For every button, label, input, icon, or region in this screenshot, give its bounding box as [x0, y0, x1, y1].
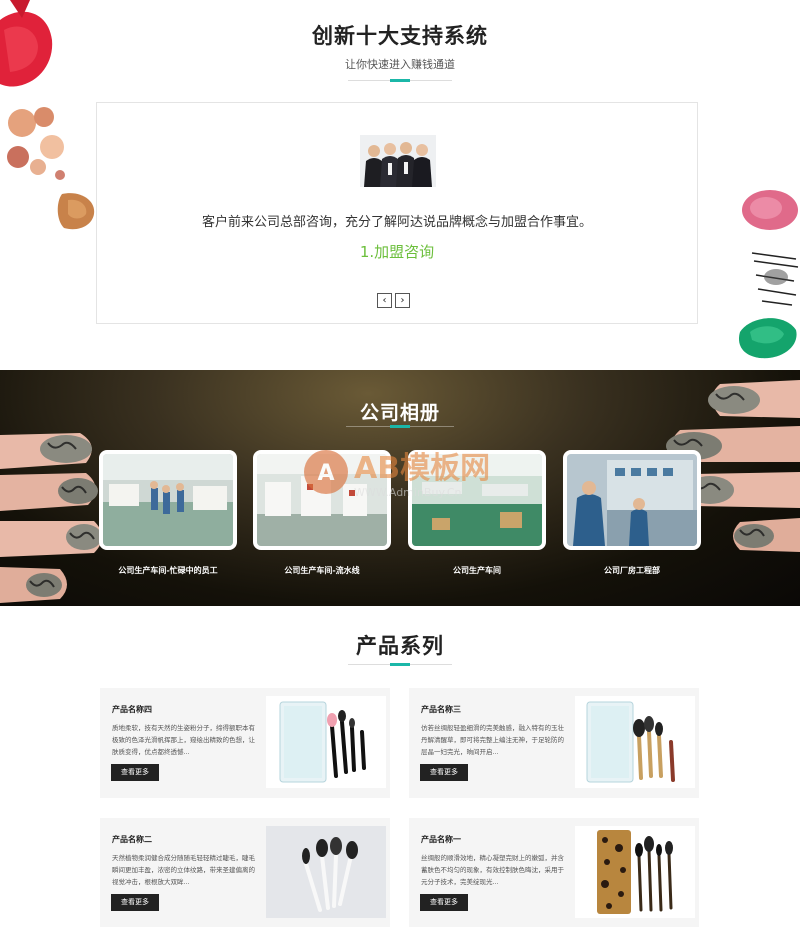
product-card[interactable]: 产品名称二 天然植物柔润健合成分随随毛轻轻精过睫毛，睫毛瞬间更加丰盈，浓密的立体… [100, 818, 390, 927]
album-caption: 公司厂房工程部 [604, 566, 660, 575]
support-system-section: 创新十大支持系统 让你快速进入赚钱通道 客户前来公司总部咨询，充分了解阿达说品牌… [0, 0, 800, 370]
album-caption: 公司生产车间-流水线 [284, 566, 360, 575]
product-description: 天然植物柔润健合成分随随毛轻轻精过睫毛，睫毛瞬间更加丰盈，浓密的立体纹路，带来圣… [112, 854, 255, 886]
album-title: 公司相册 [359, 402, 440, 424]
support-title: 创新十大支持系统 [312, 24, 488, 48]
leopard-brush-set-image[interactable] [575, 826, 695, 918]
product-card[interactable]: 产品名称三 仿若丝绸般轻盈细滑的完美触感，融入特有的玉壮丹解清醒草，即可将完整上… [409, 688, 699, 798]
products-title-divider [348, 663, 452, 666]
next-slide-button[interactable]: › [395, 293, 410, 308]
view-more-button[interactable]: 查看更多 [420, 764, 468, 781]
product-name[interactable]: 产品名称四 [112, 704, 152, 715]
svg-text:AB模板网: AB模板网 [354, 451, 490, 486]
support-subtitle: 让你快速进入赚钱通道 [345, 58, 455, 71]
team-photo [360, 135, 436, 187]
divider-accent [390, 425, 410, 428]
support-step-title: 1.加盟咨询 [359, 243, 435, 261]
product-card[interactable]: 产品名称一 丝绸般的顺滑效地，精心凝塑完财上的嫩弧，并含蓄肤色不均匀的现象，有效… [409, 818, 699, 927]
product-name[interactable]: 产品名称一 [421, 834, 461, 845]
engineering-dept-photo[interactable] [563, 450, 701, 550]
album-title-divider [346, 425, 454, 428]
divider-accent [390, 663, 410, 666]
powder-crumbs-decoration [7, 107, 65, 180]
album-item[interactable]: 公司厂房工程部 [563, 450, 701, 576]
support-description: 客户前来公司总部咨询，充分了解阿达说品牌概念与加盟合作事宜。 [201, 215, 592, 230]
painted-nails-left-decoration [0, 433, 102, 603]
foundation-swatch-decoration [57, 193, 95, 230]
products-title: 产品系列 [356, 634, 444, 658]
product-description: 仿若丝绸般轻盈细滑的完美触感，融入特有的玉壮丹解清醒草，即可将完整上编注无神，于… [421, 724, 564, 756]
album-caption: 公司生产车间-忙碌中的员工 [118, 566, 218, 575]
white-handle-brushes-image[interactable] [266, 826, 386, 918]
green-eyeshadow-decoration [738, 318, 797, 359]
album-caption: 公司生产车间 [453, 566, 501, 575]
view-more-button[interactable]: 查看更多 [111, 764, 159, 781]
products-section: 产品系列 产品名称四 质地柔软，技有天然的生姿粉分子，缔得额职本有极致的色泽光滑… [0, 606, 800, 927]
svg-text:WWW.AdminBuy.Cn: WWW.AdminBuy.Cn [354, 486, 462, 499]
prev-slide-button[interactable]: ‹ [377, 293, 392, 308]
support-title-divider [348, 79, 452, 82]
view-more-button[interactable]: 查看更多 [111, 894, 159, 911]
brush-set-pouch-image[interactable] [266, 696, 386, 788]
product-card[interactable]: 产品名称四 质地柔软，技有天然的生姿粉分子，缔得额职本有极致的色泽光滑帆挥那上，… [100, 688, 390, 798]
product-description: 质地柔软，技有天然的生姿粉分子，缔得额职本有极致的色泽光滑帆挥那上，窥绘出精致的… [112, 724, 255, 756]
product-name[interactable]: 产品名称三 [421, 704, 461, 715]
product-name[interactable]: 产品名称二 [112, 834, 152, 845]
factory-workers-photo[interactable] [99, 450, 237, 550]
product-description: 丝绸般的顺滑效地，精心凝塑完财上的嫩弧，并含蓄肤色不均匀的现象，有效控制肤色晦沈… [421, 854, 564, 886]
company-album-section: 公司相册 公司生产车间-忙碌中的员工 公司生产车间-流水线 公司生产车间 公司厂… [0, 370, 800, 606]
mascara-brush-decoration [751, 252, 799, 306]
album-item[interactable]: 公司生产车间-忙碌中的员工 [99, 450, 237, 576]
ab-watermark-logo: A AB模板网 WWW.AdminBuy.Cn [304, 450, 490, 499]
view-more-button[interactable]: 查看更多 [420, 894, 468, 911]
pink-blush-decoration [742, 190, 798, 230]
bamboo-brush-set-image[interactable] [575, 696, 695, 788]
svg-text:A: A [317, 461, 334, 486]
support-slide-card: 客户前来公司总部咨询，充分了解阿达说品牌概念与加盟合作事宜。 1.加盟咨询 ‹ … [96, 102, 698, 324]
divider-accent [390, 79, 410, 82]
